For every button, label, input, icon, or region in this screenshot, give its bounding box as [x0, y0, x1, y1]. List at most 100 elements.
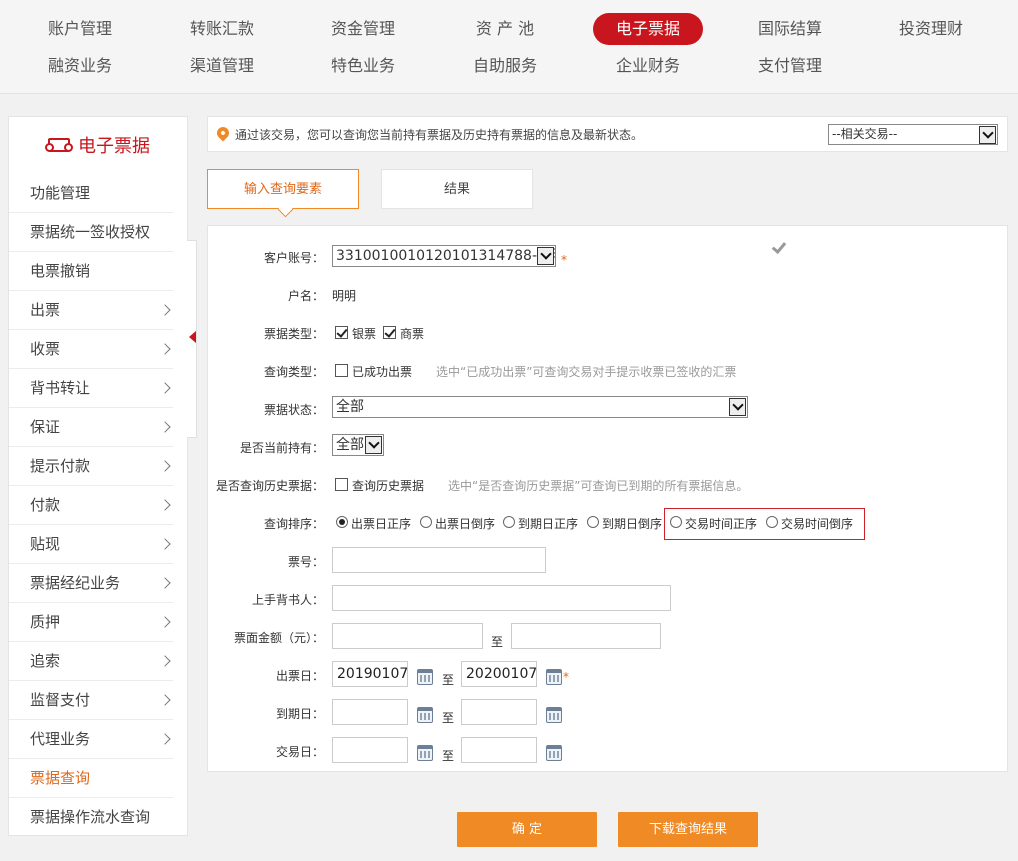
info-bar: 通过该交易，您可以查询您当前持有票据及历史持有票据的信息及最新状态。 --相关交…	[207, 116, 1008, 152]
query-type-label: 查询类型：	[263, 365, 324, 379]
sidebar-item-issue[interactable]: 出票	[9, 291, 173, 330]
bill-no-input[interactable]	[332, 547, 546, 573]
sidebar-collapse-arrow-icon[interactable]	[189, 331, 196, 343]
nav-item-financing[interactable]: 融资业务	[25, 50, 135, 82]
holding-select[interactable]: 全部	[332, 434, 384, 456]
calendar-icon[interactable]	[417, 745, 433, 761]
account-select[interactable]: 3310010010120101314788-明明	[332, 245, 556, 267]
sidebar-item-payment[interactable]: 付款	[9, 486, 173, 525]
chevron-right-icon	[159, 304, 171, 316]
sidebar-item-label: 票据经纪业务	[30, 574, 121, 592]
history-checkbox[interactable]	[335, 478, 348, 491]
calendar-icon[interactable]	[546, 669, 562, 685]
due-date-to-input[interactable]	[461, 699, 537, 725]
sidebar-title: 电子票据	[9, 117, 189, 173]
nav-item-funds[interactable]: 资金管理	[308, 13, 418, 45]
nav-item-transfer[interactable]: 转账汇款	[167, 13, 277, 45]
sort-option-label: 交易时间正序	[685, 517, 758, 531]
nav-item-intl-settlement[interactable]: 国际结算	[735, 13, 845, 45]
sort-option-label: 到期日倒序	[602, 517, 663, 531]
status-select[interactable]: 全部	[332, 396, 748, 418]
nav-item-featured[interactable]: 特色业务	[308, 50, 418, 82]
sidebar-item-unified-sign[interactable]: 票据统一签收授权	[9, 213, 173, 252]
chevron-down-icon	[729, 398, 746, 416]
name-label: 户名：	[287, 289, 324, 303]
nav-item-accounts[interactable]: 账户管理	[25, 13, 135, 45]
chevron-right-icon	[159, 694, 171, 706]
issue-date-label: 出票日：	[275, 669, 324, 683]
sort-time-asc-radio[interactable]	[670, 516, 682, 528]
sidebar-item-label: 功能管理	[30, 184, 91, 202]
bank-bill-checkbox[interactable]	[335, 326, 348, 339]
endorser-label: 上手背书人：	[251, 593, 324, 607]
amount-max-input[interactable]	[511, 623, 661, 649]
amount-min-input[interactable]	[332, 623, 483, 649]
nav-item-payment[interactable]: 支付管理	[735, 50, 845, 82]
nav-item-asset-pool[interactable]: 资 产 池	[450, 13, 560, 45]
sidebar-item-supervised-payment[interactable]: 监督支付	[9, 681, 173, 720]
sidebar-item-label: 票据查询	[30, 769, 91, 787]
sidebar-item-operation-log[interactable]: 票据操作流水查询	[9, 798, 173, 837]
tab-input-criteria[interactable]: 输入查询要素	[207, 169, 359, 209]
sort-due-desc-radio[interactable]	[587, 516, 599, 528]
issued-successfully-label: 已成功出票	[352, 365, 413, 379]
trade-date-to-input[interactable]	[461, 737, 537, 763]
confirm-button[interactable]: 确 定	[457, 812, 597, 847]
sidebar-item-agency[interactable]: 代理业务	[9, 720, 173, 759]
download-results-button[interactable]: 下载查询结果	[618, 812, 758, 847]
endorser-input[interactable]	[332, 585, 671, 611]
issued-successfully-checkbox[interactable]	[335, 364, 348, 377]
chevron-right-icon	[159, 382, 171, 394]
sidebar-item-receive[interactable]: 收票	[9, 330, 173, 369]
chevron-right-icon	[159, 733, 171, 745]
nav-item-e-bills[interactable]: 电子票据	[593, 13, 703, 45]
due-date-label: 到期日：	[275, 707, 324, 721]
sidebar-item-present-payment[interactable]: 提示付款	[9, 447, 173, 486]
account-label: 客户账号：	[263, 251, 324, 265]
commercial-bill-checkbox[interactable]	[383, 326, 396, 339]
account-select-value: 3310010010120101314788-明明	[336, 248, 556, 264]
sidebar-item-label: 电票撤销	[30, 262, 91, 280]
sidebar-item-recourse[interactable]: 追索	[9, 642, 173, 681]
range-separator: 至	[442, 749, 455, 763]
calendar-icon[interactable]	[546, 745, 562, 761]
related-transaction-select[interactable]: --相关交易--	[828, 124, 998, 145]
trade-date-from-input[interactable]	[332, 737, 408, 763]
issue-date-to-input[interactable]	[461, 661, 537, 687]
tab-result[interactable]: 结果	[381, 169, 533, 209]
sort-time-desc-radio[interactable]	[766, 516, 778, 528]
calendar-icon[interactable]	[546, 707, 562, 723]
calendar-icon[interactable]	[417, 669, 433, 685]
bill-no-label: 票号：	[287, 555, 324, 569]
due-date-from-input[interactable]	[332, 699, 408, 725]
sidebar-item-discount[interactable]: 贴现	[9, 525, 173, 564]
nav-item-investment[interactable]: 投资理财	[876, 13, 986, 45]
nav-item-self-service[interactable]: 自助服务	[450, 50, 560, 82]
sidebar-item-function-mgmt[interactable]: 功能管理	[9, 174, 173, 213]
sidebar-item-brokerage[interactable]: 票据经纪业务	[9, 564, 173, 603]
status-label: 票据状态：	[263, 403, 324, 417]
sidebar-title-text: 电子票据	[78, 136, 150, 157]
issue-date-from-input[interactable]	[332, 661, 408, 687]
sort-issue-desc-radio[interactable]	[420, 516, 432, 528]
sidebar-item-guarantee[interactable]: 保证	[9, 408, 173, 447]
sidebar-item-endorse[interactable]: 背书转让	[9, 369, 173, 408]
history-label: 是否查询历史票据：	[215, 479, 324, 493]
chevron-down-icon	[537, 247, 554, 265]
history-hint: 选中“是否查询历史票据”可查询已到期的所有票据信息。	[448, 479, 749, 493]
chevron-right-icon	[159, 655, 171, 667]
sidebar-item-revoke[interactable]: 电票撤销	[9, 252, 173, 291]
sort-due-asc-radio[interactable]	[503, 516, 515, 528]
sidebar-item-label: 质押	[30, 613, 61, 631]
sidebar-item-label: 保证	[30, 418, 61, 436]
status-select-value: 全部	[336, 399, 364, 415]
chevron-right-icon	[159, 499, 171, 511]
sort-issue-asc-radio[interactable]	[336, 516, 348, 528]
nav-item-corp-finance[interactable]: 企业财务	[593, 50, 703, 82]
calendar-icon[interactable]	[417, 707, 433, 723]
sidebar-item-bill-query[interactable]: 票据查询	[9, 759, 173, 798]
required-mark: *	[561, 253, 567, 267]
nav-item-channel[interactable]: 渠道管理	[167, 50, 277, 82]
sidebar-item-pledge[interactable]: 质押	[9, 603, 173, 642]
sidebar-item-label: 背书转让	[30, 379, 91, 397]
